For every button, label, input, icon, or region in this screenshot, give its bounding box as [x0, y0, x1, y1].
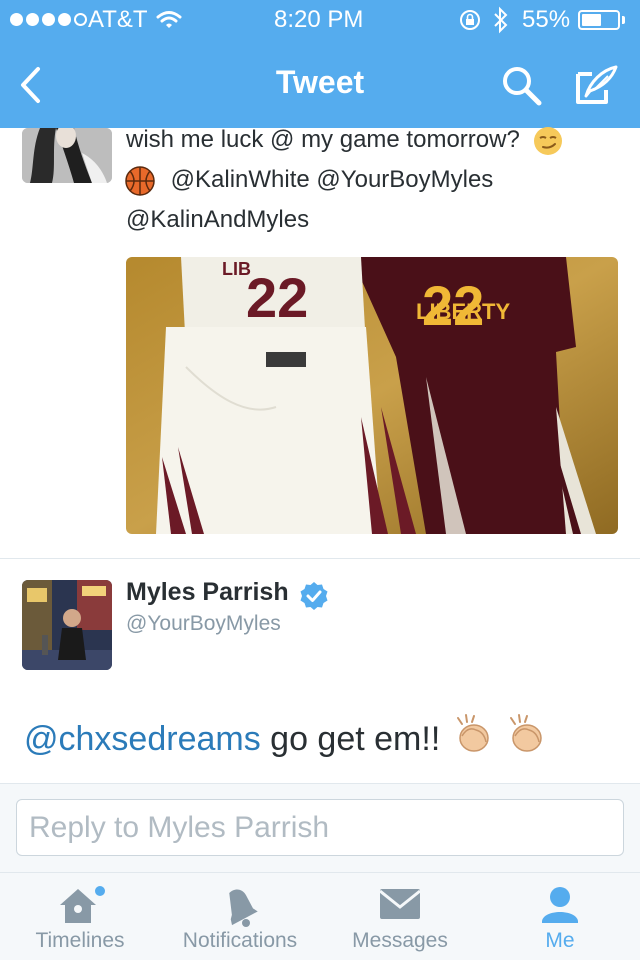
tab-label: Timelines [35, 929, 125, 952]
tab-label: Messages [352, 929, 448, 952]
original-author-avatar[interactable] [22, 128, 112, 183]
search-icon[interactable] [500, 64, 544, 106]
tab-label: Notifications [182, 929, 298, 952]
reply-author-handle[interactable]: @YourBoyMyles [126, 612, 281, 636]
jersey-number-maroon: 22 [422, 274, 484, 337]
clock-label: 8:20 PM [274, 6, 364, 33]
smirk-emoji-icon [534, 126, 563, 155]
tab-timelines[interactable]: Timelines [0, 873, 160, 961]
app-header: AT&T 8:20 PM 55% Tweet [0, 0, 640, 128]
clapping-hands-emoji-icon [456, 714, 489, 752]
signal-strength-icon [10, 13, 87, 26]
home-icon [60, 886, 105, 923]
reply-mention-link[interactable]: @chxsedreams [24, 720, 261, 758]
mention-link[interactable]: @YourBoyMyles [316, 166, 493, 193]
rotation-lock-icon [460, 10, 480, 30]
battery-tip [622, 16, 625, 24]
verified-badge-icon [300, 582, 328, 610]
mention-link[interactable]: @KalinWhite [171, 166, 310, 193]
reply-text: @chxsedreams go get em!! [24, 712, 549, 759]
reply-text-body: go get em!! [260, 720, 441, 758]
tweet-divider [0, 558, 640, 559]
person-icon [542, 887, 578, 923]
battery-percent: 55% [522, 6, 571, 33]
tab-bar: Timelines Notifications Messages Me [0, 872, 640, 960]
status-bar: AT&T 8:20 PM 55% [0, 0, 640, 40]
tab-notifications[interactable]: Notifications [160, 873, 320, 961]
basketball-emoji-icon [125, 165, 155, 196]
tab-me[interactable]: Me [480, 873, 640, 961]
envelope-icon [379, 889, 421, 919]
jersey-number-white: 22 [246, 266, 308, 329]
tweet-text-line: wish me luck @ my game tomorrow? [126, 126, 520, 153]
tab-messages[interactable]: Messages [320, 873, 480, 961]
battery-icon [578, 10, 620, 30]
mention-link[interactable]: @KalinAndMyles [126, 206, 309, 233]
reply-author-avatar[interactable] [22, 580, 112, 670]
wifi-icon [156, 11, 182, 28]
bluetooth-icon [494, 6, 508, 34]
bell-icon [229, 889, 258, 927]
reply-author-name[interactable]: Myles Parrish [126, 578, 289, 607]
battery-fill [582, 14, 601, 26]
tweet-photo[interactable]: LIBERTY 22 LIB 22 [126, 257, 618, 534]
clapping-hands-emoji-icon [510, 714, 542, 752]
page-title: Tweet [275, 64, 365, 100]
reply-input[interactable] [16, 799, 624, 856]
tab-label: Me [545, 929, 575, 952]
tweet-text: wish me luck @ my game tomorrow? @KalinW… [125, 120, 606, 240]
compose-tweet-icon[interactable] [574, 64, 620, 106]
carrier-label: AT&T [88, 6, 148, 33]
